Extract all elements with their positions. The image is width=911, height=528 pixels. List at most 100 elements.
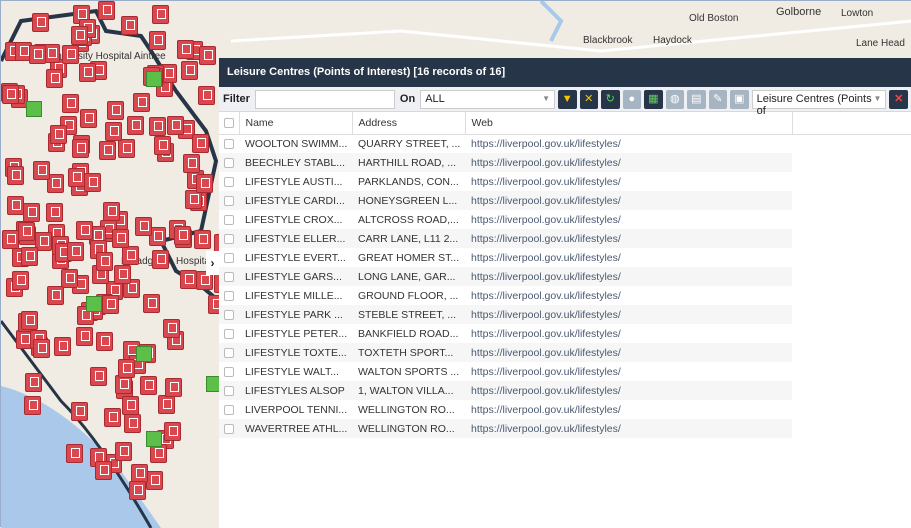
row-checkbox[interactable] — [219, 267, 239, 286]
poi-marker-icon[interactable] — [173, 225, 191, 245]
table-row[interactable]: LIFESTYLE PARK ... STEBLE STREET, ... http… — [219, 305, 911, 324]
poi-marker-icon[interactable] — [196, 174, 214, 194]
poi-marker-icon[interactable] — [192, 134, 210, 154]
poi-marker-icon[interactable] — [101, 294, 119, 314]
poi-marker-icon[interactable] — [139, 376, 157, 396]
poi-marker-icon[interactable] — [62, 45, 80, 65]
poi-marker-icon[interactable] — [128, 481, 146, 501]
row-checkbox[interactable] — [219, 210, 239, 229]
refresh-icon[interactable]: ↻ — [601, 89, 620, 109]
poi-marker-icon[interactable] — [47, 285, 65, 305]
poi-marker-icon[interactable] — [24, 372, 42, 392]
poi-marker-icon[interactable] — [135, 217, 153, 237]
poi-marker-icon[interactable] — [71, 139, 89, 159]
poi-marker-icon[interactable] — [49, 124, 67, 144]
poi-marker-icon[interactable] — [31, 13, 49, 33]
table-row[interactable]: LIFESTYLE PETER... BANKFIELD ROAD... https… — [219, 324, 911, 343]
table-row[interactable]: LIFESTYLE TOXTE... TOXTETH SPORT... https:… — [219, 343, 911, 362]
poi-marker-icon[interactable] — [66, 443, 84, 463]
poi-marker-icon[interactable] — [126, 115, 144, 135]
row-checkbox[interactable] — [219, 324, 239, 343]
park-marker-icon[interactable] — [146, 71, 162, 87]
poi-marker-icon[interactable] — [79, 108, 97, 128]
row-checkbox[interactable] — [219, 381, 239, 400]
row-checkbox[interactable] — [219, 229, 239, 248]
poi-marker-icon[interactable] — [158, 394, 176, 414]
filter-field-select[interactable]: ALL ▼ — [420, 89, 555, 109]
poi-marker-icon[interactable] — [194, 230, 212, 250]
poi-marker-icon[interactable] — [12, 271, 30, 291]
poi-marker-icon[interactable] — [32, 161, 50, 181]
poi-marker-icon[interactable] — [124, 414, 142, 434]
poi-marker-icon[interactable] — [152, 249, 170, 269]
zoom-to-icon[interactable]: ● — [622, 89, 642, 109]
poi-marker-icon[interactable] — [76, 220, 94, 240]
poi-marker-icon[interactable] — [180, 61, 198, 81]
column-header-address[interactable]: Address — [352, 112, 466, 135]
row-checkbox[interactable] — [219, 400, 239, 419]
poi-marker-icon[interactable] — [121, 246, 139, 266]
poi-marker-icon[interactable] — [54, 336, 72, 356]
poi-marker-icon[interactable] — [68, 167, 86, 187]
poi-marker-icon[interactable] — [1, 84, 19, 104]
close-icon[interactable]: ✕ — [889, 89, 908, 109]
filter-icon[interactable]: ▼ — [557, 89, 577, 109]
poi-marker-icon[interactable] — [114, 442, 132, 462]
row-checkbox[interactable] — [219, 248, 239, 267]
poi-marker-icon[interactable] — [154, 136, 172, 156]
row-checkbox[interactable] — [219, 153, 239, 172]
park-marker-icon[interactable] — [146, 431, 162, 447]
table-row[interactable]: WOOLTON SWIMM... QUARRY STREET, ... https:… — [219, 134, 911, 153]
table-row[interactable]: LIVERPOOL TENNI... WELLINGTON RO... https:… — [219, 400, 911, 419]
poi-marker-icon[interactable] — [76, 327, 94, 347]
poi-marker-icon[interactable] — [61, 94, 79, 114]
poi-marker-icon[interactable] — [182, 153, 200, 173]
globe-icon[interactable]: ◍ — [665, 89, 685, 109]
poi-marker-icon[interactable] — [198, 86, 216, 106]
column-header-web[interactable]: Web — [465, 112, 793, 135]
table-row[interactable]: LIFESTYLE GARS... LONG LANE, GAR... https:… — [219, 267, 911, 286]
poi-marker-icon[interactable] — [84, 173, 102, 193]
table-row[interactable]: WAVERTREE ATHL... WELLINGTON RO... https:/… — [219, 419, 911, 438]
poi-marker-icon[interactable] — [79, 62, 97, 82]
select-all-checkbox[interactable] — [219, 112, 240, 135]
poi-marker-icon[interactable] — [177, 39, 195, 59]
poi-marker-icon[interactable] — [111, 229, 129, 249]
row-checkbox[interactable] — [219, 172, 239, 191]
poi-marker-icon[interactable] — [67, 242, 85, 262]
poi-marker-icon[interactable] — [163, 421, 181, 441]
row-checkbox[interactable] — [219, 191, 239, 210]
table-row[interactable]: LIFESTYLE CARDI... HONEYSGREEN L... https:… — [219, 191, 911, 210]
poi-marker-icon[interactable] — [98, 1, 116, 21]
poi-marker-icon[interactable] — [29, 44, 47, 64]
poi-marker-icon[interactable] — [7, 196, 25, 216]
park-marker-icon[interactable] — [26, 101, 42, 117]
row-checkbox[interactable] — [219, 419, 239, 438]
edit-icon[interactable]: ✎ — [708, 89, 728, 109]
column-header-name[interactable]: Name — [239, 112, 353, 135]
row-checkbox[interactable] — [219, 362, 239, 381]
filter-input[interactable] — [254, 89, 395, 109]
poi-marker-icon[interactable] — [24, 396, 42, 416]
clear-filter-icon[interactable]: ✕ — [579, 89, 599, 109]
poi-marker-icon[interactable] — [162, 318, 180, 338]
poi-marker-icon[interactable] — [96, 252, 114, 272]
poi-marker-icon[interactable] — [96, 332, 114, 351]
poi-marker-icon[interactable] — [98, 140, 116, 160]
poi-marker-icon[interactable] — [199, 45, 217, 65]
report-icon[interactable]: ▤ — [687, 89, 706, 109]
poi-marker-icon[interactable] — [121, 15, 139, 35]
layer-select[interactable]: Leisure Centres (Points of ▼ — [751, 89, 887, 117]
park-marker-icon[interactable] — [86, 296, 102, 312]
export-excel-icon[interactable]: ▦ — [644, 89, 663, 109]
poi-marker-icon[interactable] — [47, 173, 65, 193]
poi-marker-icon[interactable] — [164, 377, 182, 397]
poi-marker-icon[interactable] — [6, 166, 24, 186]
poi-marker-icon[interactable] — [117, 359, 135, 379]
poi-marker-icon[interactable] — [45, 69, 63, 88]
poi-marker-icon[interactable] — [143, 294, 161, 314]
table-row[interactable]: BEECHLEY STABL... HARTHILL ROAD, ... https… — [219, 153, 911, 172]
poi-marker-icon[interactable] — [1, 230, 19, 250]
table-row[interactable]: LIFESTYLE MILLE... GROUND FLOOR, ... https… — [219, 286, 911, 305]
row-checkbox[interactable] — [219, 343, 239, 362]
